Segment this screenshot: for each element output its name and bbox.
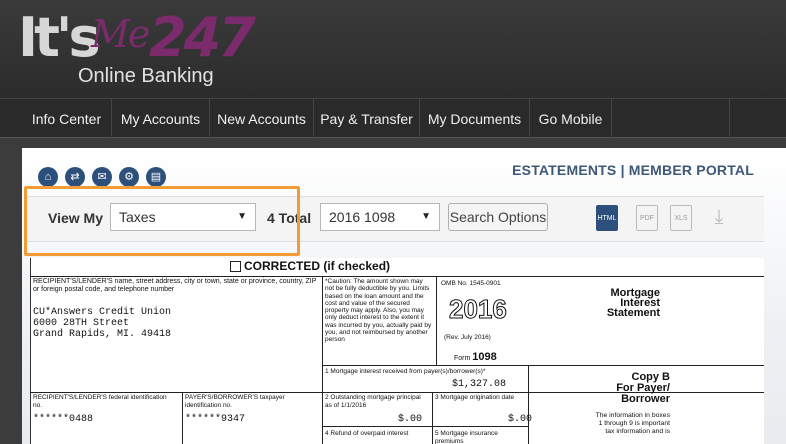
copy-b-label: Copy B For Payer/ Borrower (590, 372, 670, 405)
home-icon[interactable]: ⌂ (38, 167, 58, 187)
box2-value: $.00 (398, 414, 423, 425)
tax-year: 2016 (449, 294, 508, 325)
app-header: It's Me 247 Online Banking (0, 0, 786, 98)
info-text: The information in boxes 1 through 9 is … (595, 412, 670, 435)
nav-go-mobile[interactable]: Go Mobile (530, 99, 612, 139)
nav-info-center[interactable]: Info Center (22, 99, 112, 139)
chevron-down-icon: ▼ (421, 211, 431, 222)
form-line (432, 392, 433, 444)
form-line (528, 365, 529, 444)
settings-icon[interactable]: ⚙ (119, 167, 139, 187)
box1-label: 1 Mortgage interest received from payer(… (325, 368, 486, 375)
nav-new-accounts[interactable]: New Accounts (210, 99, 314, 139)
form-number: 1098 (472, 351, 497, 363)
box2-label: 2 Outstanding mortgage principal as of 1… (325, 394, 421, 409)
document-value: 2016 1098 (329, 209, 396, 225)
download-icon[interactable]: ⤓ (708, 204, 730, 230)
recipient-id: ******0488 (33, 414, 94, 425)
recipient-header: RECIPIENT'S/LENDER'S name, street addres… (33, 278, 317, 293)
box4-label: 4 Refund of overpaid interest (325, 430, 409, 437)
box1-value: $1,327.08 (452, 379, 507, 390)
form-title: Mortgage Interest Statement (580, 288, 660, 319)
brand-logo[interactable]: It's Me 247 Online Banking (18, 6, 258, 95)
caution-text: *Caution: The amount shown may not be fu… (325, 278, 432, 344)
form-label: Form 1098 (454, 351, 497, 363)
html-format-icon[interactable]: HTML (596, 205, 618, 231)
main-nav: Info Center My Accounts New Accounts Pay… (0, 98, 786, 139)
form-title-line3: Statement (606, 307, 660, 319)
payer-id: ******9347 (185, 414, 246, 425)
corrected-checkbox[interactable] (230, 261, 241, 272)
logo-subtitle: Online Banking (78, 65, 214, 87)
recipient-id-label: RECIPIENT'S/LENDER'S federal identificat… (33, 394, 167, 409)
xls-format-icon[interactable]: XLS (670, 205, 692, 231)
omb-number: OMB No. 1545-0901 (441, 280, 501, 287)
nav-my-accounts[interactable]: My Accounts (112, 99, 210, 139)
form-line (322, 426, 528, 427)
payer-id-label: PAYER'S/BORROWER'S taxpayer identificati… (185, 394, 285, 409)
print-icon[interactable]: ▤ (146, 167, 166, 187)
recipient-address-1: 6000 28TH Street (33, 318, 130, 329)
mail-icon[interactable]: ✉ (92, 167, 112, 187)
form-line (182, 392, 183, 444)
box3-value: $.00 (508, 414, 533, 425)
form-line (322, 276, 323, 444)
form-line (322, 365, 764, 366)
revision-date: (Rev. July 2016) (444, 334, 491, 341)
form-line (436, 276, 437, 365)
copy-b-line3: Borrower (621, 393, 670, 405)
box5-label: 5 Mortgage insurance premiums (435, 430, 498, 444)
form-line (528, 276, 529, 365)
corrected-label: CORRECTED (if checked) (244, 259, 391, 273)
form-line (30, 276, 764, 277)
logo-part3: 247 (149, 6, 256, 69)
logo-part2: Me (91, 12, 150, 56)
logo-part1: It's (18, 6, 101, 69)
pdf-format-icon[interactable]: PDF (636, 205, 658, 231)
recipient-name: CU*Answers Credit Union (33, 307, 172, 318)
highlight-box (24, 186, 300, 256)
nav-my-documents[interactable]: My Documents (420, 99, 530, 139)
search-options-button[interactable]: Search Options (448, 203, 548, 231)
box3-label: 3 Mortgage origination date (435, 394, 515, 401)
recipient-address-2: Grand Rapids, MI. 49418 (33, 329, 172, 340)
switch-icon[interactable]: ⇄ (65, 167, 85, 187)
nav-spacer (612, 99, 730, 139)
document-select[interactable]: 2016 1098 ▼ (320, 203, 440, 231)
portal-title: ESTATEMENTS | MEMBER PORTAL (512, 162, 754, 178)
nav-pay-transfer[interactable]: Pay & Transfer (314, 99, 420, 139)
